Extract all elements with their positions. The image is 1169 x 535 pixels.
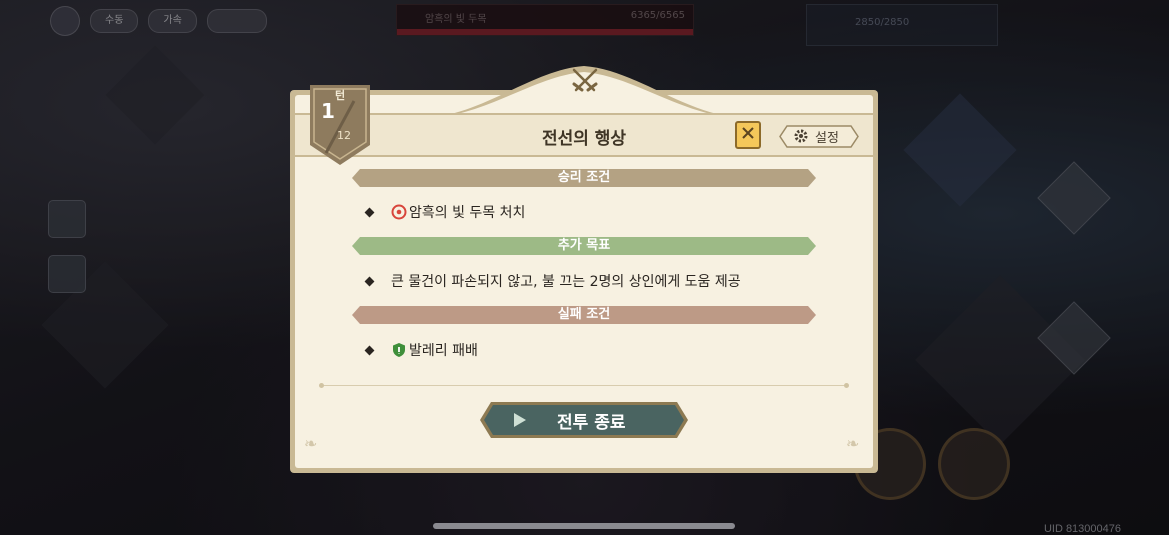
bonus-objective-title: 추가 목표 [557,238,611,253]
home-indicator [433,523,735,529]
victory-condition-header: 승리 조건 [352,169,816,187]
victory-condition-text: 암흑의 빛 두목 처치 [409,205,526,221]
turn-max: 12 [337,129,351,142]
turn-badge: 턴 1 12 [310,85,370,165]
bonus-objective-header: 추가 목표 [352,237,816,255]
bullet [364,345,375,355]
crossed-swords-icon [568,64,602,98]
target-icon [391,204,407,220]
end-battle-button[interactable]: 전투 종료 [479,401,689,439]
bonus-objective-item: 큰 물건이 파손되지 않고, 불 끄는 2명의 상인에게 도움 제공 [364,271,741,291]
corner-ornament-right: ❧ [846,434,860,453]
victory-condition-title: 승리 조건 [557,170,611,185]
bullet [364,276,375,286]
divider [319,383,849,388]
battle-info-dialog: 전선의 행상 턴 1 12 설정 승리 조건 암흑의 빛 두목 처치 추가 목표… [290,66,878,473]
bullet [364,207,375,217]
defeat-condition-header: 실패 조건 [352,306,816,324]
defeat-condition-title: 실패 조건 [557,307,611,322]
end-battle-label: 전투 종료 [557,413,626,433]
shield-icon [391,342,407,358]
book-icon [740,125,756,145]
play-arrow-icon [513,412,527,432]
defeat-condition-item: 발레리 패배 [364,340,478,360]
settings-label: 설정 [815,131,839,146]
turn-current: 1 [321,99,335,123]
settings-button[interactable]: 설정 [779,125,859,148]
bonus-objective-text: 큰 물건이 파손되지 않고, 불 끄는 2명의 상인에게 도움 제공 [391,274,741,290]
gear-icon [793,128,809,148]
turn-label: 턴 [334,89,346,102]
victory-condition-item: 암흑의 빛 두목 처치 [364,202,526,222]
guide-book-button[interactable] [735,121,761,149]
corner-ornament-left: ❧ [304,434,318,453]
defeat-condition-text: 발레리 패배 [409,343,478,359]
